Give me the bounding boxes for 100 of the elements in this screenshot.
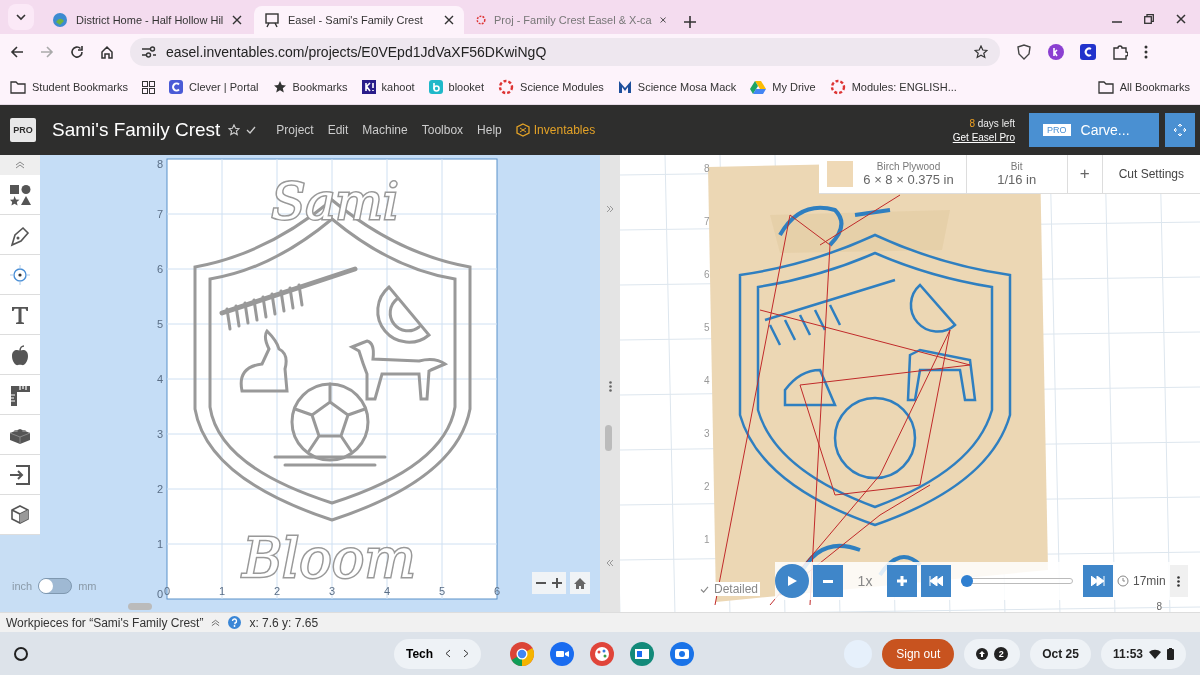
sign-out-button[interactable]: Sign out	[882, 638, 955, 669]
material-size[interactable]: 6 × 8 × 0.375 in	[863, 172, 954, 187]
help-icon[interactable]	[228, 616, 242, 629]
menu-item[interactable]: Help	[477, 123, 502, 137]
collapse-icon[interactable]	[15, 161, 25, 169]
expand-icon[interactable]	[211, 618, 221, 627]
project-title[interactable]: Sami's Family Crest	[52, 119, 221, 141]
material-name[interactable]: Birch Plywood	[876, 161, 941, 172]
axis-label: 6	[704, 269, 710, 280]
reload-icon[interactable]	[70, 45, 84, 59]
more-icon[interactable]	[1144, 45, 1148, 59]
progress-slider[interactable]	[961, 575, 1073, 587]
bookmark-star-icon[interactable]	[974, 45, 988, 59]
restore-icon[interactable]	[1144, 14, 1154, 24]
drag-handle-icon[interactable]	[608, 380, 612, 392]
clock-time[interactable]: 11:53	[1112, 646, 1143, 661]
home-icon[interactable]	[100, 45, 114, 59]
carve-button[interactable]: PRO Carve...	[1029, 113, 1159, 147]
bookmark-link[interactable]: Science Modules	[498, 79, 604, 95]
home-icon	[574, 577, 586, 589]
axis-label: 4	[704, 375, 710, 386]
bookmark-link[interactable]: Clever | Portal	[169, 80, 259, 94]
bookmark-link[interactable]: Modules: ENGLISH...	[829, 79, 957, 95]
rewind-icon	[929, 576, 943, 586]
plus-icon	[552, 578, 562, 588]
import-icon[interactable]	[8, 462, 32, 487]
apps-grid-icon[interactable]	[142, 80, 155, 94]
axis-label: 4	[156, 373, 163, 385]
axis-label: 8	[156, 158, 163, 170]
browser-tab[interactable]: District Home - Half Hollow Hil	[42, 6, 252, 34]
scrollbar-thumb[interactable]	[128, 603, 152, 610]
palette-icon[interactable]	[589, 640, 616, 667]
close-icon[interactable]	[232, 15, 242, 25]
axis-label: 1	[218, 585, 226, 597]
close-icon[interactable]	[1176, 14, 1186, 24]
puzzle-icon[interactable]	[1112, 44, 1128, 60]
menu-item[interactable]: Toolbox	[421, 123, 464, 137]
ring-icon	[829, 79, 846, 95]
launcher-icon[interactable]	[14, 646, 28, 661]
cube-icon[interactable]	[8, 502, 32, 527]
extension-icon[interactable]	[1080, 44, 1096, 60]
new-tab-icon[interactable]	[684, 16, 696, 28]
back-icon[interactable]	[10, 45, 24, 59]
rewind-button[interactable]	[921, 565, 951, 597]
faster-button[interactable]	[887, 565, 917, 597]
bookmark-link[interactable]: blooket	[428, 80, 485, 94]
shapes-icon[interactable]	[8, 182, 32, 207]
axis-label: 3	[328, 585, 336, 597]
inventables-link[interactable]: Inventables	[515, 123, 596, 137]
menu-item[interactable]: Project	[276, 123, 314, 137]
axis-label: 8	[1156, 601, 1162, 612]
extension-icon[interactable]	[1048, 44, 1064, 60]
close-icon[interactable]	[659, 15, 666, 25]
skip-end-button[interactable]	[1083, 565, 1113, 597]
axis-label: 0	[163, 585, 171, 597]
axis-label: 7	[156, 208, 163, 220]
tab-search-icon[interactable]	[16, 13, 26, 21]
bookmark-link[interactable]: All Bookmarks	[1097, 80, 1190, 94]
desk-switcher[interactable]: Tech	[394, 638, 482, 669]
video-app-icon[interactable]	[549, 640, 576, 667]
close-icon[interactable]	[444, 15, 454, 25]
home-view-button[interactable]	[570, 572, 590, 594]
check-icon[interactable]	[700, 585, 709, 593]
target-icon[interactable]	[8, 262, 32, 287]
workpieces-label[interactable]: Workpieces for “Sami's Family Crest”	[6, 615, 204, 630]
unit-toggle[interactable]	[38, 578, 73, 594]
browser-tab[interactable]: Easel - Sami's Family Crest	[254, 6, 464, 34]
address-bar[interactable]: easel.inventables.com/projects/E0VEpd1JdVaXF56DKwiNgQ	[130, 38, 1000, 66]
shield-icon[interactable]	[1016, 44, 1032, 60]
upload-icon[interactable]	[976, 647, 989, 660]
bookmark-link[interactable]: Bookmarks	[272, 80, 348, 94]
bit-label: Bit	[1010, 161, 1023, 172]
slower-button[interactable]	[813, 565, 843, 597]
classroom-icon[interactable]	[629, 640, 656, 667]
chevron-right-icon	[463, 649, 470, 658]
axis-label: 5	[704, 322, 710, 333]
wifi-icon[interactable]	[1149, 648, 1161, 659]
bit-size[interactable]: 1/16 in	[997, 172, 1037, 187]
menu-item[interactable]: Machine	[362, 123, 408, 137]
axis-label: 6	[156, 263, 163, 275]
date-pill[interactable]: Oct 25	[1030, 638, 1091, 669]
more-button[interactable]	[1169, 565, 1188, 597]
get-pro-link[interactable]: Get Easel Pro	[952, 131, 1015, 143]
star-icon[interactable]	[228, 124, 241, 136]
play-button[interactable]	[775, 564, 809, 598]
axis-label: 6	[493, 585, 501, 597]
bookmark-link[interactable]: Student Bookmarks	[10, 80, 128, 94]
camera-icon[interactable]	[669, 640, 696, 667]
site-settings-icon[interactable]	[142, 46, 156, 58]
scrollbar-thumb[interactable]	[605, 425, 612, 451]
bookmark-link[interactable]: Science Mosa Mack	[617, 80, 737, 94]
bookmark-link[interactable]: My Drive	[750, 80, 816, 94]
zoom-control[interactable]	[532, 572, 566, 594]
menu-item[interactable]: Edit	[327, 123, 349, 137]
browser-tab[interactable]: Proj - Family Crest Easel & X-ca	[466, 6, 676, 34]
battery-icon[interactable]	[1167, 647, 1174, 660]
notification-count[interactable]: 2	[994, 646, 1009, 661]
easel-logo[interactable]: PRO	[10, 118, 36, 142]
material-swatch[interactable]	[827, 161, 854, 187]
bookmark-link[interactable]: kahoot	[361, 80, 415, 94]
